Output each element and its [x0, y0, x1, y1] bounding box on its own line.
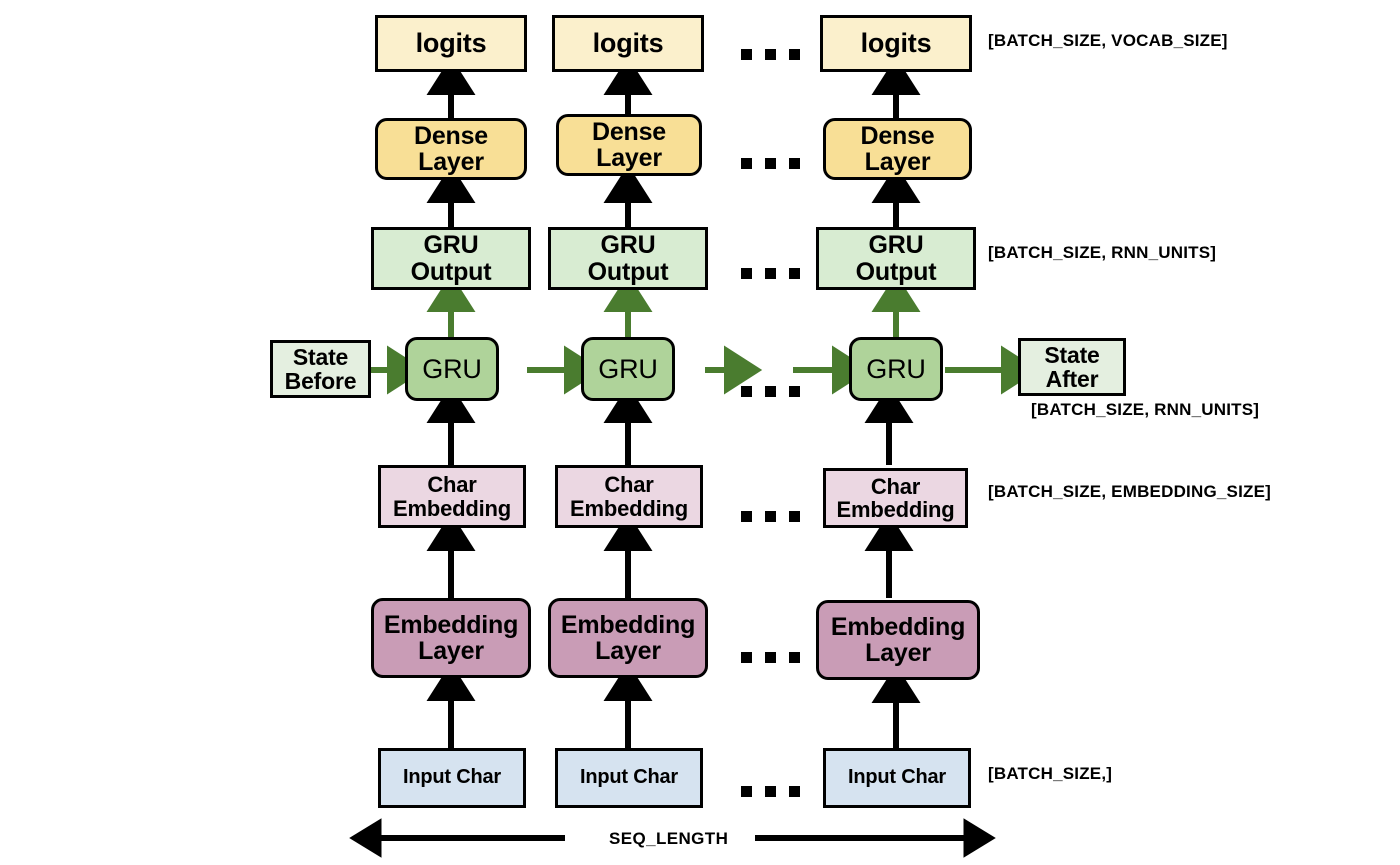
embedding-layer-label-line1: Embedding — [830, 612, 966, 641]
ellipsis-dot — [741, 511, 752, 522]
ellipsis-dot — [741, 268, 752, 279]
ellipsis-input-char-row — [741, 786, 800, 797]
input-char-label: Input Char — [580, 766, 678, 789]
dense-layer-label-line1: Dense — [860, 121, 935, 150]
gru-cell-timestep-1: GRU — [405, 337, 499, 401]
ellipsis-dot — [789, 786, 800, 797]
char-embedding-box-timestep-3: Char Embedding — [823, 468, 968, 528]
ellipsis-dot — [741, 786, 752, 797]
ellipsis-logits-row — [741, 49, 800, 60]
state-after-label-line1: State — [1044, 341, 1100, 368]
seq-length-label: SEQ_LENGTH — [609, 829, 729, 848]
dense-layer-box-timestep-1: Dense Layer — [375, 118, 527, 180]
shape-annotation-char-embedding: [BATCH_SIZE, EMBEDDING_SIZE] — [988, 482, 1271, 501]
gru-output-label-line2: Output — [410, 257, 492, 286]
gru-output-label-line2: Output — [587, 257, 669, 286]
state-before-label-line2: Before — [284, 368, 357, 394]
gru-cell-label: GRU — [866, 353, 926, 384]
ellipsis-embedding-layer-row — [741, 652, 800, 663]
dense-layer-box-timestep-3: Dense Layer — [823, 118, 972, 180]
ellipsis-dense-row — [741, 158, 800, 169]
embedding-layer-label-line2: Layer — [865, 639, 931, 667]
char-embedding-label-line1: Char — [427, 472, 477, 498]
gru-cell-timestep-2: GRU — [581, 337, 675, 401]
dense-layer-label-line2: Layer — [864, 148, 931, 176]
gru-output-label-line1: GRU — [600, 231, 656, 259]
ellipsis-dot — [789, 158, 800, 169]
embedding-layer-box-timestep-3: Embedding Layer — [816, 600, 980, 680]
embedding-layer-label-line1: Embedding — [560, 610, 696, 639]
gru-cell-label: GRU — [422, 353, 482, 384]
state-before-box: State Before — [270, 340, 371, 398]
diagram-canvas: logits logits logits [BATCH_SIZE, VOCAB_… — [0, 0, 1400, 865]
ellipsis-dot — [765, 158, 776, 169]
ellipsis-dot — [789, 268, 800, 279]
logits-label: logits — [415, 28, 487, 59]
char-embedding-label-line1: Char — [870, 473, 921, 499]
dense-layer-label-line1: Dense — [591, 117, 667, 146]
ellipsis-dot — [765, 386, 776, 397]
gru-output-label-line1: GRU — [423, 231, 479, 259]
ellipsis-dot — [765, 268, 776, 279]
ellipsis-gru-output-row — [741, 268, 800, 279]
logits-box-timestep-3: logits — [820, 15, 972, 72]
ellipsis-dot — [789, 652, 800, 663]
ellipsis-gru-row — [741, 386, 800, 397]
shape-annotation-logits: [BATCH_SIZE, VOCAB_SIZE] — [988, 31, 1228, 50]
ellipsis-char-embedding-row — [741, 511, 800, 522]
gru-output-box-timestep-2: GRU Output — [548, 227, 708, 290]
ellipsis-dot — [765, 786, 776, 797]
logits-box-timestep-2: logits — [552, 15, 704, 72]
state-after-box: State After — [1018, 338, 1126, 396]
gru-cell-label: GRU — [598, 353, 658, 384]
logits-label: logits — [860, 28, 932, 59]
ellipsis-dot — [789, 49, 800, 60]
dense-layer-label-line1: Dense — [413, 121, 489, 150]
input-char-box-timestep-1: Input Char — [378, 748, 526, 808]
input-char-box-timestep-3: Input Char — [823, 748, 971, 808]
char-embedding-label-line2: Embedding — [570, 495, 688, 521]
embedding-layer-label-line2: Layer — [595, 637, 661, 665]
ellipsis-dot — [741, 49, 752, 60]
logits-label: logits — [592, 28, 664, 59]
input-char-label: Input Char — [403, 766, 501, 789]
gru-output-label-line1: GRU — [868, 231, 924, 259]
input-char-box-timestep-2: Input Char — [555, 748, 703, 808]
dense-layer-label-line2: Layer — [418, 148, 484, 176]
dense-layer-box-timestep-2: Dense Layer — [556, 114, 702, 176]
embedding-layer-label-line1: Embedding — [383, 610, 519, 639]
state-after-label-line2: After — [1045, 366, 1099, 392]
char-embedding-box-timestep-2: Char Embedding — [555, 465, 703, 528]
embedding-layer-label-line2: Layer — [418, 637, 484, 665]
input-char-label: Input Char — [848, 766, 946, 789]
gru-output-box-timestep-1: GRU Output — [371, 227, 531, 290]
ellipsis-dot — [765, 652, 776, 663]
char-embedding-box-timestep-1: Char Embedding — [378, 465, 526, 528]
ellipsis-dot — [741, 158, 752, 169]
ellipsis-dot — [741, 386, 752, 397]
logits-box-timestep-1: logits — [375, 15, 527, 72]
char-embedding-label-line2: Embedding — [393, 495, 511, 521]
gru-cell-timestep-3: GRU — [849, 337, 943, 401]
shape-annotation-gru-output: [BATCH_SIZE, RNN_UNITS] — [988, 243, 1217, 262]
ellipsis-dot — [789, 386, 800, 397]
ellipsis-dot — [741, 652, 752, 663]
char-embedding-label-line1: Char — [604, 472, 654, 498]
shape-annotation-input-char: [BATCH_SIZE,] — [988, 764, 1113, 783]
embedding-layer-box-timestep-2: Embedding Layer — [548, 598, 708, 678]
shape-annotation-state-after: [BATCH_SIZE, RNN_UNITS] — [1031, 400, 1260, 419]
ellipsis-dot — [789, 511, 800, 522]
gru-output-label-line2: Output — [855, 257, 937, 286]
ellipsis-dot — [765, 511, 776, 522]
dense-layer-label-line2: Layer — [596, 144, 662, 172]
ellipsis-dot — [765, 49, 776, 60]
embedding-layer-box-timestep-1: Embedding Layer — [371, 598, 531, 678]
state-before-label-line1: State — [292, 343, 349, 370]
gru-output-box-timestep-3: GRU Output — [816, 227, 976, 290]
char-embedding-label-line2: Embedding — [836, 497, 955, 522]
